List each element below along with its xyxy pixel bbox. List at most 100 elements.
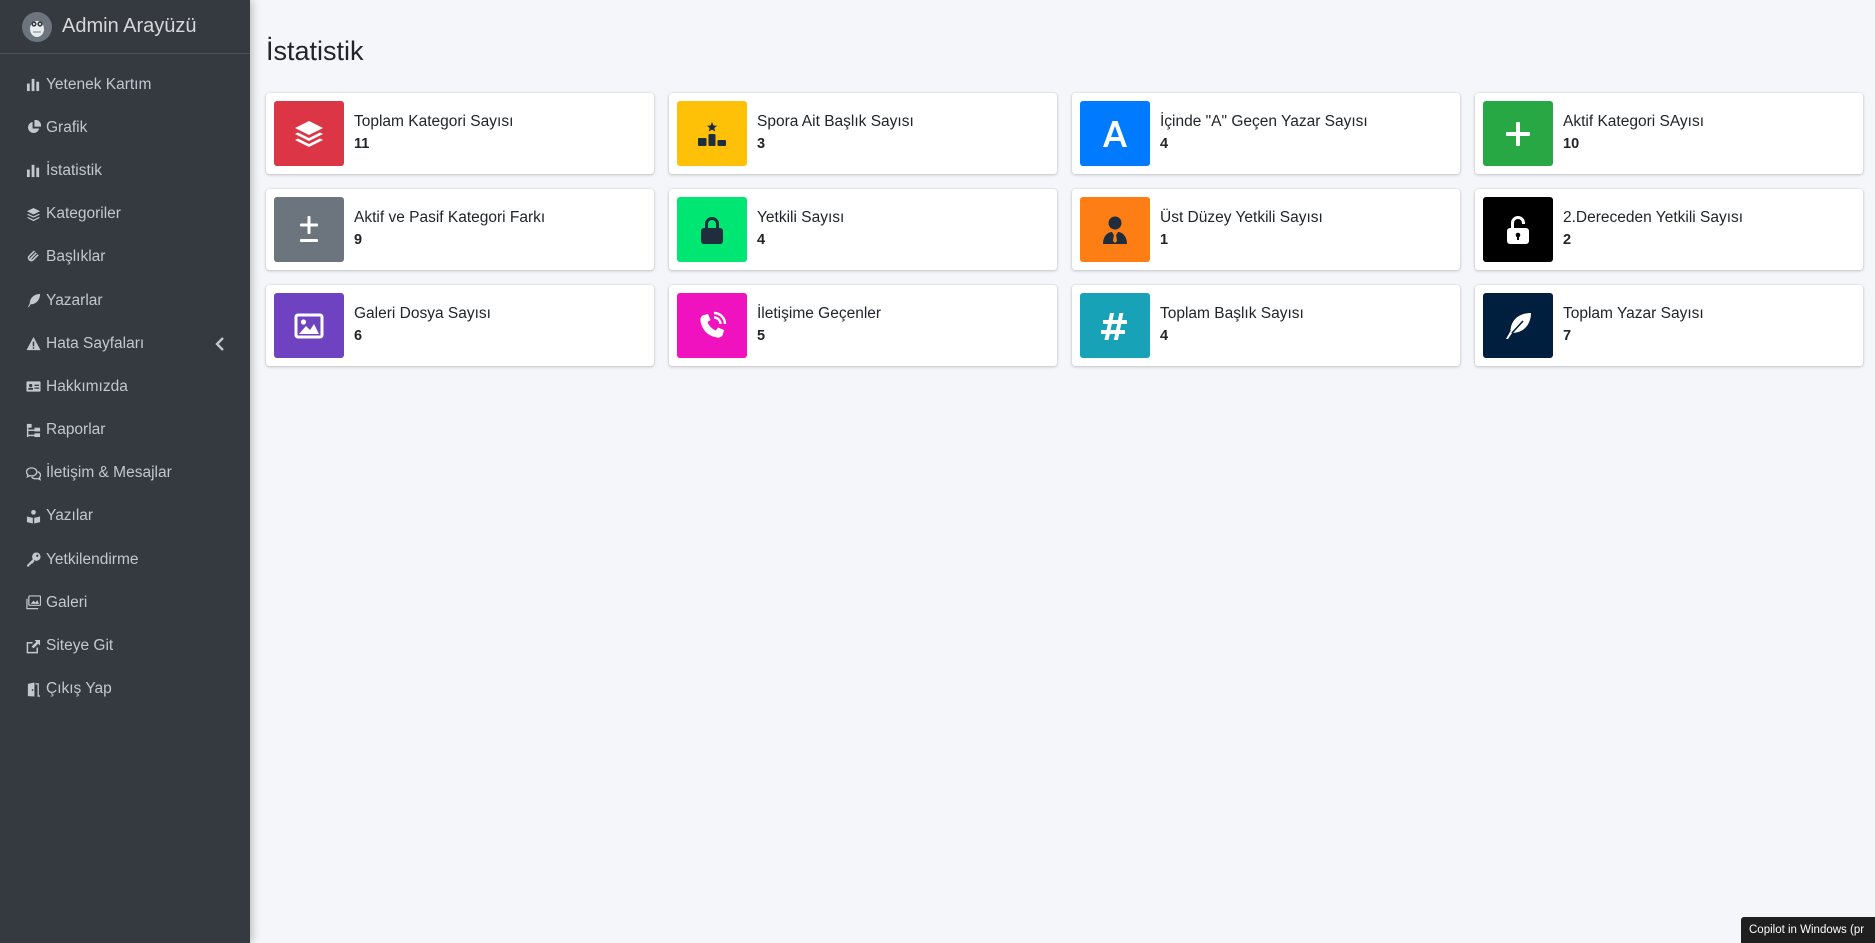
sidebar-item-label: Kategoriler	[46, 205, 121, 223]
stats-grid: Toplam Kategori Sayısı 11 Spora Ait Başl…	[266, 93, 1864, 366]
stat-value: 7	[1563, 327, 1572, 344]
user-tie-icon	[1080, 197, 1150, 262]
stat-card-iletisime-gecenler: İletişime Geçenler 5	[669, 285, 1057, 366]
sidebar-item-hata-sayfalari[interactable]: Hata Sayfaları	[0, 322, 250, 365]
stat-card-ikinci-derece-yetkili: 2.Dereceden Yetkili Sayısı 2	[1475, 189, 1863, 270]
lock-icon	[677, 197, 747, 262]
layers-icon	[274, 101, 344, 166]
stat-label: Galeri Dosya Sayısı	[354, 304, 491, 322]
bar-chart-icon	[24, 162, 42, 180]
stat-value: 4	[1160, 135, 1169, 152]
brand-logo-icon	[22, 11, 52, 42]
stat-value: 6	[354, 327, 363, 344]
stat-value: 5	[757, 327, 766, 344]
hashtag-icon	[1080, 293, 1150, 358]
sidebar-item-yetkilendirme[interactable]: Yetkilendirme	[0, 538, 250, 581]
images-icon	[24, 594, 42, 612]
lock-open-icon	[1483, 197, 1553, 262]
sidebar-item-istatistik[interactable]: İstatistik	[0, 149, 250, 192]
phone-volume-icon	[677, 293, 747, 358]
id-card-icon	[24, 378, 42, 396]
sidebar-item-kategoriler[interactable]: Kategoriler	[0, 193, 250, 236]
stat-label: Toplam Kategori Sayısı	[354, 112, 514, 130]
copilot-taskbar-tooltip[interactable]: Copilot in Windows (pr	[1741, 917, 1875, 943]
plus-icon	[1483, 101, 1553, 166]
sitemap-icon	[24, 421, 42, 439]
book-reader-icon	[24, 507, 42, 525]
stat-value: 9	[354, 231, 363, 248]
stat-label: Üst Düzey Yetkili Sayısı	[1160, 208, 1323, 226]
paperclip-icon	[24, 248, 42, 266]
stat-card-ust-duzey-yetkili: Üst Düzey Yetkili Sayısı 1	[1072, 189, 1460, 270]
stat-card-a-yazar: İçinde "A" Geçen Yazar Sayısı 4	[1072, 93, 1460, 174]
sidebar-item-label: Siteye Git	[46, 637, 114, 655]
sidebar-item-label: Galeri	[46, 593, 88, 611]
stat-card-aktif-kategori: Aktif Kategori SAyısı 10	[1475, 93, 1863, 174]
bar-chart-icon	[24, 76, 42, 94]
stat-card-aktif-pasif-fark: Aktif ve Pasif Kategori Farkı 9	[266, 189, 654, 270]
stat-card-spor-baslik: Spora Ait Başlık Sayısı 3	[669, 93, 1057, 174]
sidebar-item-iletisim-mesajlar[interactable]: İletişim & Mesajlar	[0, 452, 250, 495]
sidebar: Admin Arayüzü Yetenek Kartım Grafik İsta…	[0, 0, 250, 943]
sidebar-item-label: Yazılar	[46, 507, 94, 525]
sidebar-item-yazilar[interactable]: Yazılar	[0, 495, 250, 538]
sidebar-item-yetenek-kartim[interactable]: Yetenek Kartım	[0, 63, 250, 106]
sidebar-item-label: Raporlar	[46, 421, 106, 439]
stat-card-toplam-kategori: Toplam Kategori Sayısı 11	[266, 93, 654, 174]
stat-label: Toplam Yazar Sayısı	[1563, 304, 1704, 322]
sidebar-item-galeri[interactable]: Galeri	[0, 581, 250, 624]
key-icon	[24, 551, 42, 569]
stat-value: 4	[1160, 327, 1169, 344]
sidebar-item-cikis-yap[interactable]: Çıkış Yap	[0, 668, 250, 711]
pie-chart-icon	[24, 119, 42, 137]
main-content: İstatistik Toplam Kategori Sayısı 11 Spo…	[250, 0, 1875, 943]
podium-icon	[677, 101, 747, 166]
sidebar-item-basliklar[interactable]: Başlıklar	[0, 236, 250, 279]
plus-minus-icon	[274, 197, 344, 262]
stat-value: 2	[1563, 231, 1572, 248]
sidebar-item-label: İletişim & Mesajlar	[46, 464, 172, 482]
stat-card-toplam-yazar: Toplam Yazar Sayısı 7	[1475, 285, 1863, 366]
feather-icon	[24, 292, 42, 310]
door-open-icon	[24, 680, 42, 698]
stat-label: Toplam Başlık Sayısı	[1160, 304, 1304, 322]
stat-label: İçinde "A" Geçen Yazar Sayısı	[1160, 112, 1368, 130]
sidebar-item-label: Yetkilendirme	[46, 550, 139, 568]
chevron-left-icon[interactable]	[214, 336, 226, 351]
warning-icon	[24, 335, 42, 353]
stat-card-yetkili: Yetkili Sayısı 4	[669, 189, 1057, 270]
sidebar-item-label: Başlıklar	[46, 248, 106, 266]
sidebar-item-label: Hakkımızda	[46, 377, 128, 395]
stat-label: Aktif Kategori SAyısı	[1563, 112, 1704, 130]
sidebar-item-label: İstatistik	[46, 161, 102, 179]
sidebar-item-siteye-git[interactable]: Siteye Git	[0, 624, 250, 667]
stat-label: Aktif ve Pasif Kategori Farkı	[354, 208, 546, 226]
stat-value: 1	[1160, 231, 1169, 248]
letter-a-icon	[1080, 101, 1150, 166]
sidebar-item-yazarlar[interactable]: Yazarlar	[0, 279, 250, 322]
stat-value: 3	[757, 135, 766, 152]
brand-title: Admin Arayüzü	[62, 15, 197, 37]
stat-value: 11	[354, 135, 370, 152]
comments-icon	[24, 464, 42, 482]
page-title: İstatistik	[266, 36, 364, 66]
sidebar-item-label: Yazarlar	[46, 291, 103, 309]
sidebar-item-label: Yetenek Kartım	[46, 75, 152, 93]
sidebar-item-label: Grafik	[46, 118, 88, 136]
external-link-icon	[24, 637, 42, 655]
sidebar-item-hakkimizda[interactable]: Hakkımızda	[0, 365, 250, 408]
layers-icon	[24, 205, 42, 223]
stat-card-toplam-baslik: Toplam Başlık Sayısı 4	[1072, 285, 1460, 366]
sidebar-item-raporlar[interactable]: Raporlar	[0, 409, 250, 452]
stat-label: İletişime Geçenler	[757, 304, 882, 322]
sidebar-item-label: Hata Sayfaları	[46, 334, 145, 352]
stat-value: 4	[757, 231, 766, 248]
stat-label: Spora Ait Başlık Sayısı	[757, 112, 914, 130]
sidebar-item-label: Çıkış Yap	[46, 680, 112, 698]
sidebar-item-grafik[interactable]: Grafik	[0, 106, 250, 149]
brand[interactable]: Admin Arayüzü	[0, 0, 250, 54]
feather-icon	[1483, 293, 1553, 358]
image-icon	[274, 293, 344, 358]
stat-label: Yetkili Sayısı	[757, 208, 845, 226]
stat-label: 2.Dereceden Yetkili Sayısı	[1563, 208, 1744, 226]
